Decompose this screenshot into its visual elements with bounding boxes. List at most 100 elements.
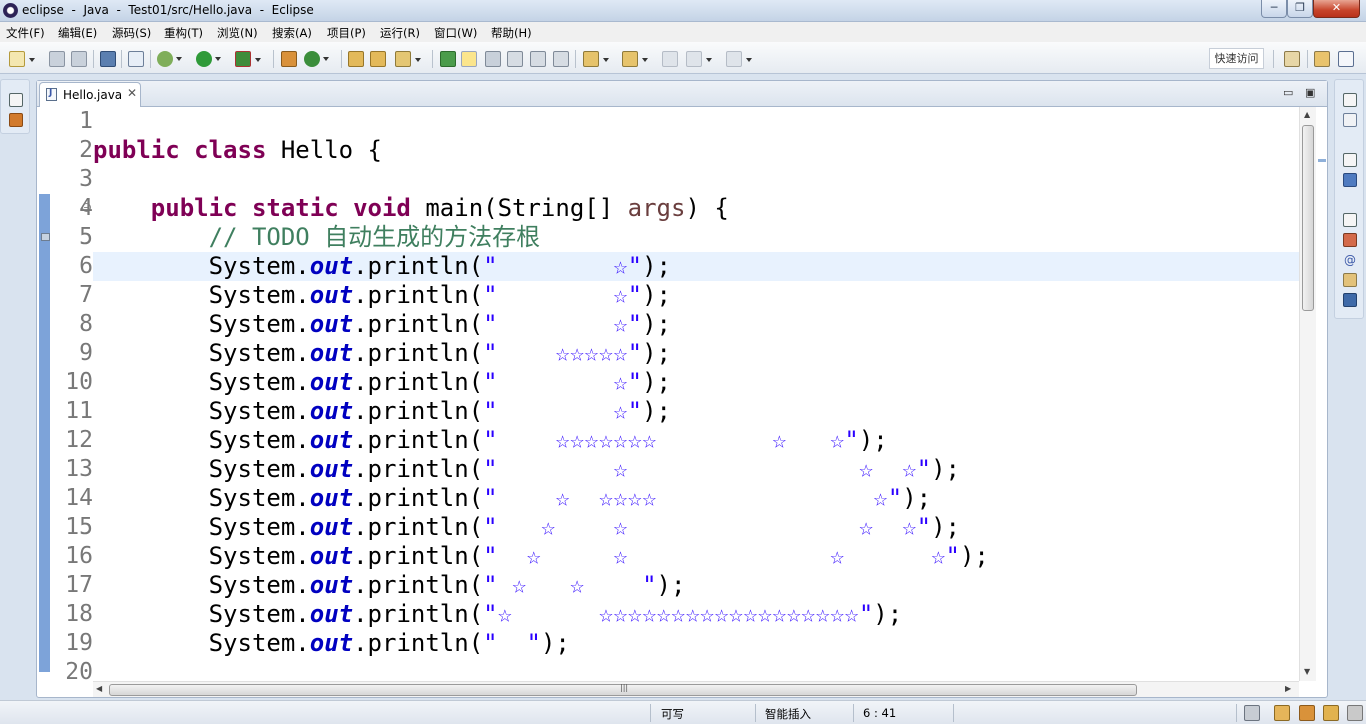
tab-hello-java[interactable]: Hello.java ✕ [39, 82, 141, 107]
menu-refactor[interactable]: 重构(T) [164, 25, 203, 41]
vertical-scrollbar[interactable]: ▲ ▼ [1299, 107, 1316, 681]
class-declaration: Hello { [266, 136, 382, 164]
menu-window[interactable]: 窗口(W) [434, 25, 477, 41]
status-separator [755, 704, 756, 722]
new-java-project-icon[interactable] [281, 51, 297, 67]
restore-icon[interactable] [9, 93, 23, 107]
code-area[interactable]: public class Hello { public static void … [93, 107, 1299, 681]
menu-project[interactable]: 项目(P) [327, 25, 366, 41]
maximize-editor-icon[interactable]: ▣ [1305, 86, 1315, 99]
task-list-icon[interactable] [1343, 113, 1357, 127]
system-class: System. [208, 455, 310, 483]
next-annotation-icon[interactable] [583, 51, 609, 67]
occurrence-mark[interactable] [1318, 159, 1326, 162]
run-icon[interactable] [196, 51, 221, 67]
string-literal: " ☆ ☆ " [483, 571, 657, 599]
code-line: public static void main(String[] args) { [93, 194, 1299, 223]
word-wrap-icon[interactable] [530, 51, 546, 67]
scroll-left-icon[interactable]: ◀ [96, 684, 102, 693]
java-perspective-icon[interactable] [1338, 51, 1354, 67]
restore-icon[interactable] [1343, 93, 1357, 107]
prev-annotation-icon[interactable] [622, 51, 648, 67]
todo-comment: // TODO 自动生成的方法存根 [208, 223, 541, 251]
close-button[interactable]: ✕ [1313, 0, 1360, 18]
book-icon[interactable] [1274, 705, 1290, 721]
minimize-button[interactable]: ─ [1261, 0, 1287, 18]
tool-icon[interactable] [1347, 705, 1363, 721]
menu-run[interactable]: 运行(R) [380, 25, 420, 41]
debug-icon[interactable] [157, 51, 182, 67]
restore-icon[interactable] [1343, 213, 1357, 227]
coverage-icon[interactable] [235, 51, 261, 67]
string-literal: " ☆" [483, 252, 643, 280]
paragraph-icon[interactable] [553, 51, 569, 67]
menu-help[interactable]: 帮助(H) [491, 25, 532, 41]
open-task-icon[interactable] [370, 51, 386, 67]
outline-icon[interactable] [1343, 173, 1357, 187]
show-whitespace-icon[interactable] [485, 51, 501, 67]
javadoc-icon[interactable]: @ [1343, 253, 1357, 267]
perspective-icon[interactable] [1284, 51, 1300, 67]
skip-breakpoints-icon[interactable] [128, 51, 144, 67]
save-all-icon[interactable] [71, 51, 87, 67]
new-icon[interactable] [9, 51, 35, 67]
toggle-mark-icon[interactable] [440, 51, 456, 67]
package-explorer-icon[interactable] [9, 113, 23, 127]
console-view-icon[interactable] [1343, 293, 1357, 307]
menu-navigate[interactable]: 浏览(N) [217, 25, 258, 41]
maximize-button[interactable]: ❐ [1287, 0, 1313, 18]
scroll-up-icon[interactable]: ▲ [1304, 110, 1310, 119]
keyword: public class [93, 136, 267, 164]
menu-source[interactable]: 源码(S) [112, 25, 151, 41]
scroll-down-icon[interactable]: ▼ [1304, 667, 1310, 676]
pen-icon[interactable] [1323, 705, 1339, 721]
string-literal: " ☆ ☆ ☆ ☆" [483, 542, 960, 570]
console-icon[interactable] [100, 51, 116, 67]
progress-icon[interactable] [1244, 705, 1260, 721]
mylyn-icon[interactable] [1299, 705, 1315, 721]
problems-icon[interactable] [1343, 233, 1357, 247]
status-separator [853, 704, 854, 722]
declaration-icon[interactable] [1343, 273, 1357, 287]
horizontal-scroll-thumb[interactable]: ||| [109, 683, 1137, 696]
toggle-highlight-icon[interactable] [461, 51, 477, 67]
line-number: 19 [65, 630, 93, 656]
minimize-editor-icon[interactable]: ▭ [1283, 86, 1293, 99]
last-edit-icon[interactable] [662, 51, 678, 67]
out-field: out [309, 600, 354, 628]
system-class: System. [208, 252, 310, 280]
string-literal: " ☆" [483, 368, 643, 396]
open-type-icon[interactable] [348, 51, 364, 67]
println-call: .println( [353, 455, 484, 483]
status-separator [650, 704, 651, 722]
main-toolbar: 快速访问 [0, 42, 1366, 74]
code-line: System.out.println(" ☆"); [93, 310, 1299, 339]
menu-edit[interactable]: 编辑(E) [58, 25, 97, 41]
method-signature: main(String[] [410, 194, 628, 222]
vertical-scroll-thumb[interactable] [1302, 125, 1314, 311]
out-field: out [309, 455, 354, 483]
scroll-right-icon[interactable]: ▶ [1285, 684, 1291, 693]
line-number: 17 [65, 572, 93, 598]
string-literal: " ☆☆☆☆☆☆☆ ☆ ☆" [483, 426, 859, 454]
save-icon[interactable] [49, 51, 65, 67]
tab-close-icon[interactable]: ✕ [127, 86, 137, 100]
block-select-icon[interactable] [507, 51, 523, 67]
back-icon[interactable] [686, 51, 712, 67]
menu-search[interactable]: 搜索(A) [272, 25, 312, 41]
out-field: out [309, 426, 354, 454]
search-icon[interactable] [395, 51, 421, 67]
new-class-icon[interactable] [304, 51, 329, 67]
statement-end: ); [642, 281, 672, 309]
menu-file[interactable]: 文件(F) [6, 25, 45, 41]
quick-access-input[interactable]: 快速访问 [1209, 48, 1264, 69]
restore-icon[interactable] [1343, 153, 1357, 167]
horizontal-scrollbar[interactable]: ◀ ||| ▶ [93, 681, 1299, 697]
code-line: System.out.println("☆ ☆☆☆☆☆☆☆☆☆☆☆☆☆☆☆☆☆☆… [93, 600, 1299, 629]
java-ee-perspective-icon[interactable] [1314, 51, 1330, 67]
forward-icon[interactable] [726, 51, 752, 67]
